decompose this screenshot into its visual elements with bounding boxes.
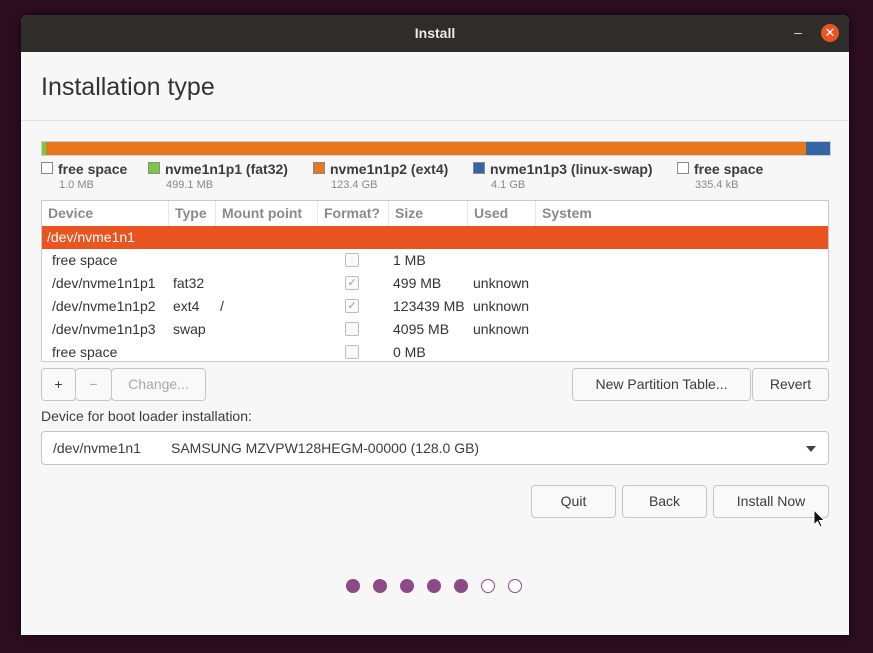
progress-dot bbox=[373, 579, 387, 593]
legend-size: 4.1 GB bbox=[491, 179, 526, 191]
col-used[interactable]: Used bbox=[468, 201, 536, 226]
quit-button[interactable]: Quit bbox=[531, 485, 616, 518]
cell-mount: / bbox=[220, 298, 224, 314]
partition-usage-bar bbox=[41, 141, 831, 156]
remove-partition-button[interactable]: − bbox=[75, 368, 112, 401]
cell-size: 123439 MB bbox=[393, 298, 465, 314]
format-checkbox[interactable]: ✓ bbox=[345, 276, 359, 290]
cell-used: unknown bbox=[473, 298, 530, 314]
progress-dot bbox=[400, 579, 414, 593]
change-partition-button[interactable]: Change... bbox=[111, 368, 206, 401]
cell-size: 1 MB bbox=[393, 252, 426, 268]
revert-button[interactable]: Revert bbox=[752, 368, 829, 401]
col-mount-point[interactable]: Mount point bbox=[216, 201, 318, 226]
legend-item: nvme1n1p3 (linux-swap) 4.1 GB bbox=[473, 161, 653, 191]
cell-used: unknown bbox=[473, 321, 530, 337]
cell-used: unknown bbox=[473, 275, 530, 291]
legend-size: 1.0 MB bbox=[59, 179, 94, 191]
minimize-icon[interactable]: – bbox=[791, 25, 805, 39]
format-checkbox[interactable] bbox=[345, 345, 359, 359]
cell-type: ext4 bbox=[173, 298, 200, 314]
legend-size: 123.4 GB bbox=[331, 179, 378, 191]
partition-bar-segment bbox=[805, 142, 830, 155]
cell-device: /dev/nvme1n1p2 bbox=[52, 298, 156, 314]
format-checkbox[interactable] bbox=[345, 253, 359, 267]
legend-name: nvme1n1p2 (ext4) bbox=[330, 161, 449, 177]
col-system[interactable]: System bbox=[536, 201, 828, 226]
legend-item: nvme1n1p2 (ext4) 123.4 GB bbox=[313, 161, 448, 191]
new-partition-table-button[interactable]: New Partition Table... bbox=[572, 368, 751, 401]
cell-device: /dev/nvme1n1p1 bbox=[52, 275, 156, 291]
chevron-down-icon[interactable] bbox=[806, 446, 816, 452]
boot-loader-model: SAMSUNG MZVPW128HEGM-00000 (128.0 GB) bbox=[171, 440, 480, 456]
progress-dot bbox=[346, 579, 360, 593]
boot-loader-device: /dev/nvme1n1 bbox=[53, 440, 141, 456]
mouse-pointer-icon bbox=[813, 509, 826, 528]
legend-swatch bbox=[148, 162, 160, 175]
install-now-button[interactable]: Install Now bbox=[713, 485, 829, 518]
progress-dot bbox=[508, 579, 522, 593]
legend-swatch bbox=[313, 162, 325, 175]
partition-bar-segment bbox=[45, 142, 806, 155]
table-row[interactable]: /dev/nvme1n1 bbox=[42, 226, 828, 249]
cell-size: 499 MB bbox=[393, 275, 442, 291]
legend-item: free space 335.4 kB bbox=[677, 161, 763, 191]
page-title: Installation type bbox=[41, 73, 215, 101]
progress-dot bbox=[427, 579, 441, 593]
legend-swatch bbox=[677, 162, 689, 175]
divider bbox=[21, 120, 849, 121]
progress-dot bbox=[454, 579, 468, 593]
table-row[interactable]: /dev/nvme1n1p2 ext4 / 123439 MB unknown ✓ bbox=[42, 295, 828, 318]
legend-name: free space bbox=[694, 161, 764, 177]
cell-type: fat32 bbox=[173, 275, 205, 291]
legend-size: 335.4 kB bbox=[695, 179, 739, 191]
partition-table[interactable]: Device Type Mount point Format? Size Use… bbox=[41, 200, 829, 362]
cell-device: /dev/nvme1n1 bbox=[47, 229, 135, 245]
cell-device: /dev/nvme1n1p3 bbox=[52, 321, 156, 337]
back-button[interactable]: Back bbox=[622, 485, 707, 518]
legend-swatch bbox=[473, 162, 485, 175]
legend-name: nvme1n1p3 (linux-swap) bbox=[490, 161, 653, 177]
format-checkbox[interactable] bbox=[345, 322, 359, 336]
cell-device: free space bbox=[52, 344, 118, 360]
installer-window: Install – ✕ Installation type free space… bbox=[21, 15, 849, 635]
table-header: Device Type Mount point Format? Size Use… bbox=[42, 201, 828, 227]
col-device[interactable]: Device bbox=[42, 201, 169, 226]
cell-type: swap bbox=[173, 321, 206, 337]
add-partition-button[interactable]: + bbox=[41, 368, 76, 401]
format-checkbox[interactable]: ✓ bbox=[345, 299, 359, 313]
legend-size: 499.1 MB bbox=[166, 179, 214, 191]
col-type[interactable]: Type bbox=[169, 201, 216, 226]
table-row[interactable]: /dev/nvme1n1p1 fat32 499 MB unknown ✓ bbox=[42, 272, 828, 295]
cell-size: 0 MB bbox=[393, 344, 426, 360]
legend-item: nvme1n1p1 (fat32) 499.1 MB bbox=[148, 161, 288, 191]
legend-item: free space 1.0 MB bbox=[41, 161, 127, 191]
legend-name: free space bbox=[58, 161, 128, 177]
close-icon[interactable]: ✕ bbox=[821, 24, 839, 42]
table-row[interactable]: free space 1 MB bbox=[42, 249, 828, 272]
cell-device: free space bbox=[52, 252, 118, 268]
title-bar: Install – ✕ bbox=[21, 15, 849, 52]
col-format[interactable]: Format? bbox=[318, 201, 389, 226]
boot-loader-select[interactable]: /dev/nvme1n1 SAMSUNG MZVPW128HEGM-00000 … bbox=[41, 431, 829, 465]
progress-dot bbox=[481, 579, 495, 593]
table-row[interactable]: free space 0 MB bbox=[42, 341, 828, 361]
col-size[interactable]: Size bbox=[389, 201, 468, 226]
cell-size: 4095 MB bbox=[393, 321, 450, 337]
legend-name: nvme1n1p1 (fat32) bbox=[165, 161, 288, 177]
window-title: Install bbox=[414, 25, 456, 41]
boot-loader-label: Device for boot loader installation: bbox=[41, 408, 252, 424]
table-row[interactable]: /dev/nvme1n1p3 swap 4095 MB unknown bbox=[42, 318, 828, 341]
legend-swatch bbox=[41, 162, 53, 175]
